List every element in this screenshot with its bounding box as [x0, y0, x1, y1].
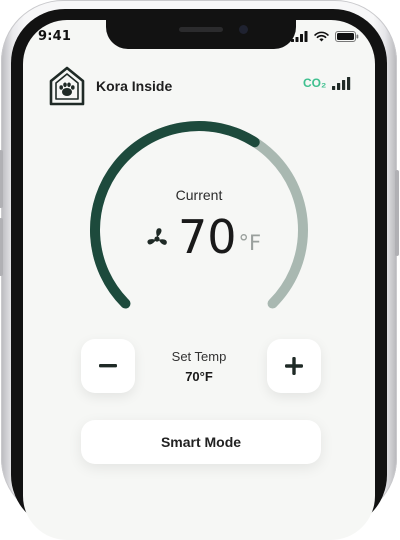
- fan-icon: [147, 228, 167, 245]
- set-temp-value: 70°F: [185, 369, 213, 384]
- side-button-left-lower: [0, 218, 3, 276]
- temperature-gauge: [90, 120, 308, 309]
- current-temperature: 70 °F: [144, 212, 261, 262]
- minus-icon: [99, 364, 117, 368]
- current-temp-value: 70: [178, 210, 237, 264]
- decrease-temp-button[interactable]: [81, 339, 135, 393]
- increase-temp-button[interactable]: [267, 339, 321, 393]
- side-button-left: [0, 150, 3, 208]
- set-temp-label: Set Temp: [171, 349, 227, 364]
- plus-icon: [285, 357, 303, 375]
- side-button-right: [395, 170, 399, 256]
- current-temp-unit: °F: [238, 231, 262, 255]
- phone-frame: 9:41 Kora Inside CO₂ Current 70 °F Set T…: [0, 0, 399, 540]
- smart-mode-button[interactable]: Smart Mode: [81, 420, 321, 464]
- app-screen: 9:41 Kora Inside CO₂ Current 70 °F Set T…: [23, 20, 375, 540]
- current-label: Current: [175, 187, 223, 203]
